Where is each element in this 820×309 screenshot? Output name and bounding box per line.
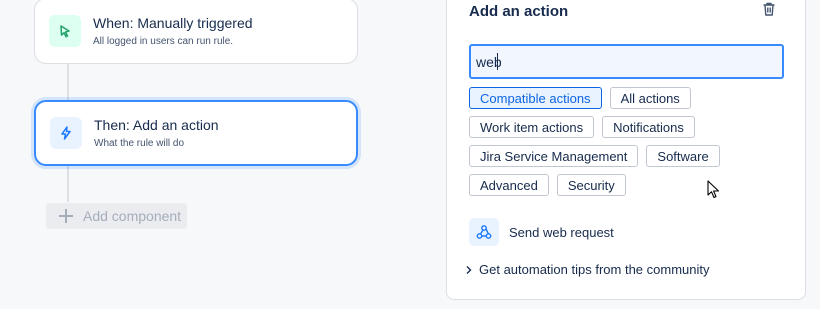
text-caret [497,53,498,70]
result-send-web-request[interactable]: Send web request [469,218,614,246]
result-label: Send web request [509,224,614,240]
flow-connector-top [67,64,69,100]
chip-software[interactable]: Software [646,145,720,167]
chip-advanced[interactable]: Advanced [469,174,549,196]
mouse-pointer-icon [707,180,720,199]
lightning-icon [50,117,82,149]
flow-connector-bottom [67,166,69,202]
action-card[interactable]: Then: Add an action What the rule will d… [34,100,358,166]
trigger-subtitle: All logged in users can run rule. [93,36,234,47]
trigger-card[interactable]: When: Manually triggered All logged in u… [34,0,358,64]
chip-work-item-actions[interactable]: Work item actions [469,116,595,138]
add-component-label: Add component [83,208,182,224]
chip-compatible-actions[interactable]: Compatible actions [469,87,602,109]
trigger-title: When: Manually triggered [93,15,253,31]
tips-label: Get automation tips from the community [479,262,710,277]
chip-notifications[interactable]: Notifications [602,116,695,138]
plus-icon [59,209,73,223]
automation-tips-link[interactable]: Get automation tips from the community [463,262,709,277]
panel-title: Add an action [469,3,569,20]
add-component-button[interactable]: Add component [46,203,187,229]
webhook-icon [469,218,499,246]
chip-all-actions[interactable]: All actions [609,87,691,109]
action-subtitle: What the rule will do [94,138,185,149]
filter-chips: Compatible actions All actions Work item… [469,87,799,203]
action-title: Then: Add an action [94,117,219,133]
trash-icon[interactable] [761,1,777,17]
chip-security[interactable]: Security [556,174,626,196]
chip-jira-service-management[interactable]: Jira Service Management [469,145,639,167]
chevron-right-icon [466,265,472,274]
action-search-input[interactable] [469,44,784,79]
cursor-click-icon [49,15,81,47]
